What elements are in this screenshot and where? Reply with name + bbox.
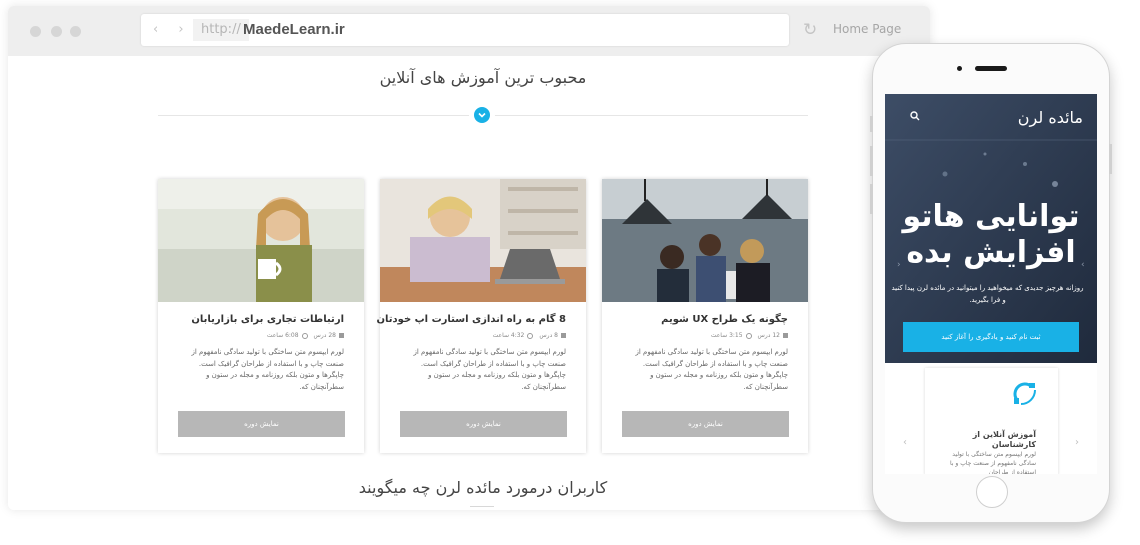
magnet-icon (1013, 382, 1036, 405)
chevron-down-icon[interactable] (474, 107, 490, 123)
course-image (380, 179, 586, 302)
course-title[interactable]: چگونه یک طراح UX شویم (661, 314, 788, 325)
course-meta: 8 درس 4:32 ساعت (493, 332, 566, 339)
view-course-button[interactable]: نمایش دوره (178, 411, 345, 437)
course-description: لورم ایپسوم متن ساختگی با تولید سادگی نا… (635, 348, 788, 391)
hero-tagline: روزانه هرچیز جدیدی که میخواهید را میتوان… (891, 284, 1084, 304)
course-card: چگونه یک طراح UX شویم 12 درس 3:15 ساعت لو… (602, 179, 808, 453)
course-description: لورم ایپسوم متن ساختگی با تولید سادگی نا… (413, 348, 566, 391)
phone-volume-down (870, 184, 873, 214)
course-meta: 12 درس 3:15 ساعت (711, 332, 788, 339)
hero-headline-line2: افزایش بده (906, 235, 1076, 270)
url-protocol: http:// (193, 19, 249, 41)
course-lessons: 28 درس (313, 332, 336, 339)
window-dot-close[interactable] (30, 26, 41, 37)
reload-icon[interactable]: ↻ (803, 20, 817, 40)
course-card: ارتباطات تجاری برای بازاریابان 28 درس 6:0… (158, 179, 364, 453)
phone-brand[interactable]: مائده لرن (1018, 108, 1083, 127)
feature-card: آموزش آنلاین از کارشناسان لورم ایپسوم مت… (925, 368, 1058, 474)
view-course-button[interactable]: نمایش دوره (400, 411, 567, 437)
clock-icon (745, 332, 752, 339)
course-duration: 6:08 ساعت (266, 332, 299, 339)
page-content: محبوب ترین آموزش های آنلاین چگونه یک طرا… (8, 56, 930, 510)
phone-mute-switch (870, 116, 873, 132)
course-card: 8 گام به راه اندازی استارت اپ خودتان 8 د… (377, 179, 586, 453)
phone-mockup: مائده لرن توانایی هاتو افزایش بده روزانه… (870, 43, 1112, 523)
phone-home-button[interactable] (976, 476, 1008, 508)
hero-prev-arrow-icon[interactable]: ‹ (897, 260, 901, 270)
feature-card-desc: لورم ایپسوم متن ساختگی با تولید سادگی نا… (950, 451, 1036, 474)
book-icon (339, 333, 344, 338)
phone-speaker (975, 66, 1007, 71)
cards-prev-arrow-icon[interactable]: ‹ (903, 437, 907, 448)
view-course-button[interactable]: نمایش دوره (622, 411, 789, 437)
course-image (602, 179, 808, 302)
course-duration: 3:15 ساعت (710, 332, 743, 339)
signup-cta-button[interactable]: ثبت نام کنید و یادگیری را آغاز کنید (903, 322, 1079, 352)
clock-icon (301, 332, 308, 339)
course-description: لورم ایپسوم متن ساختگی با تولید سادگی نا… (191, 348, 344, 391)
home-page-link[interactable]: Home Page (833, 22, 901, 36)
course-lessons: 8 درس (539, 332, 558, 339)
phone-volume-up (870, 146, 873, 176)
hero-headline-line1: توانایی هاتو (902, 199, 1080, 234)
phone-screen: مائده لرن توانایی هاتو افزایش بده روزانه… (885, 94, 1097, 474)
phone-power-button (1109, 144, 1112, 174)
address-bar[interactable]: ‹ › http:// MaedeLearn.ir (141, 14, 789, 46)
search-icon[interactable] (910, 111, 920, 121)
popular-courses-title: محبوب ترین آموزش های آنلاین (379, 68, 587, 87)
browser-window: ‹ › http:// MaedeLearn.ir ↻ Home Page مح… (8, 6, 930, 510)
testimonials-title: کاربران درمورد مائده لرن چه میگویند (358, 478, 608, 497)
testimonials-divider (470, 506, 494, 507)
browser-toolbar: ‹ › http:// MaedeLearn.ir ↻ Home Page (8, 6, 930, 56)
course-title[interactable]: ارتباطات تجاری برای بازاریابان (191, 314, 344, 325)
course-image (158, 179, 364, 302)
book-icon (783, 333, 788, 338)
cards-next-arrow-icon[interactable]: › (1075, 437, 1079, 448)
clock-icon (527, 332, 534, 339)
course-meta: 28 درس 6:08 ساعت (267, 332, 344, 339)
hero-next-arrow-icon[interactable]: › (1081, 260, 1085, 270)
phone-camera (957, 66, 962, 71)
course-duration: 4:32 ساعت (492, 332, 525, 339)
back-forward-icons[interactable]: ‹ › (153, 22, 192, 37)
url-domain: MaedeLearn.ir (243, 21, 345, 38)
course-title[interactable]: 8 گام به راه اندازی استارت اپ خودتان (377, 314, 567, 325)
course-lessons: 12 درس (757, 332, 780, 339)
feature-card-title: آموزش آنلاین از کارشناسان (972, 430, 1036, 449)
window-dot-maximize[interactable] (70, 26, 81, 37)
window-dot-minimize[interactable] (51, 26, 62, 37)
book-icon (561, 333, 566, 338)
hero-section: مائده لرن توانایی هاتو افزایش بده روزانه… (885, 94, 1097, 363)
